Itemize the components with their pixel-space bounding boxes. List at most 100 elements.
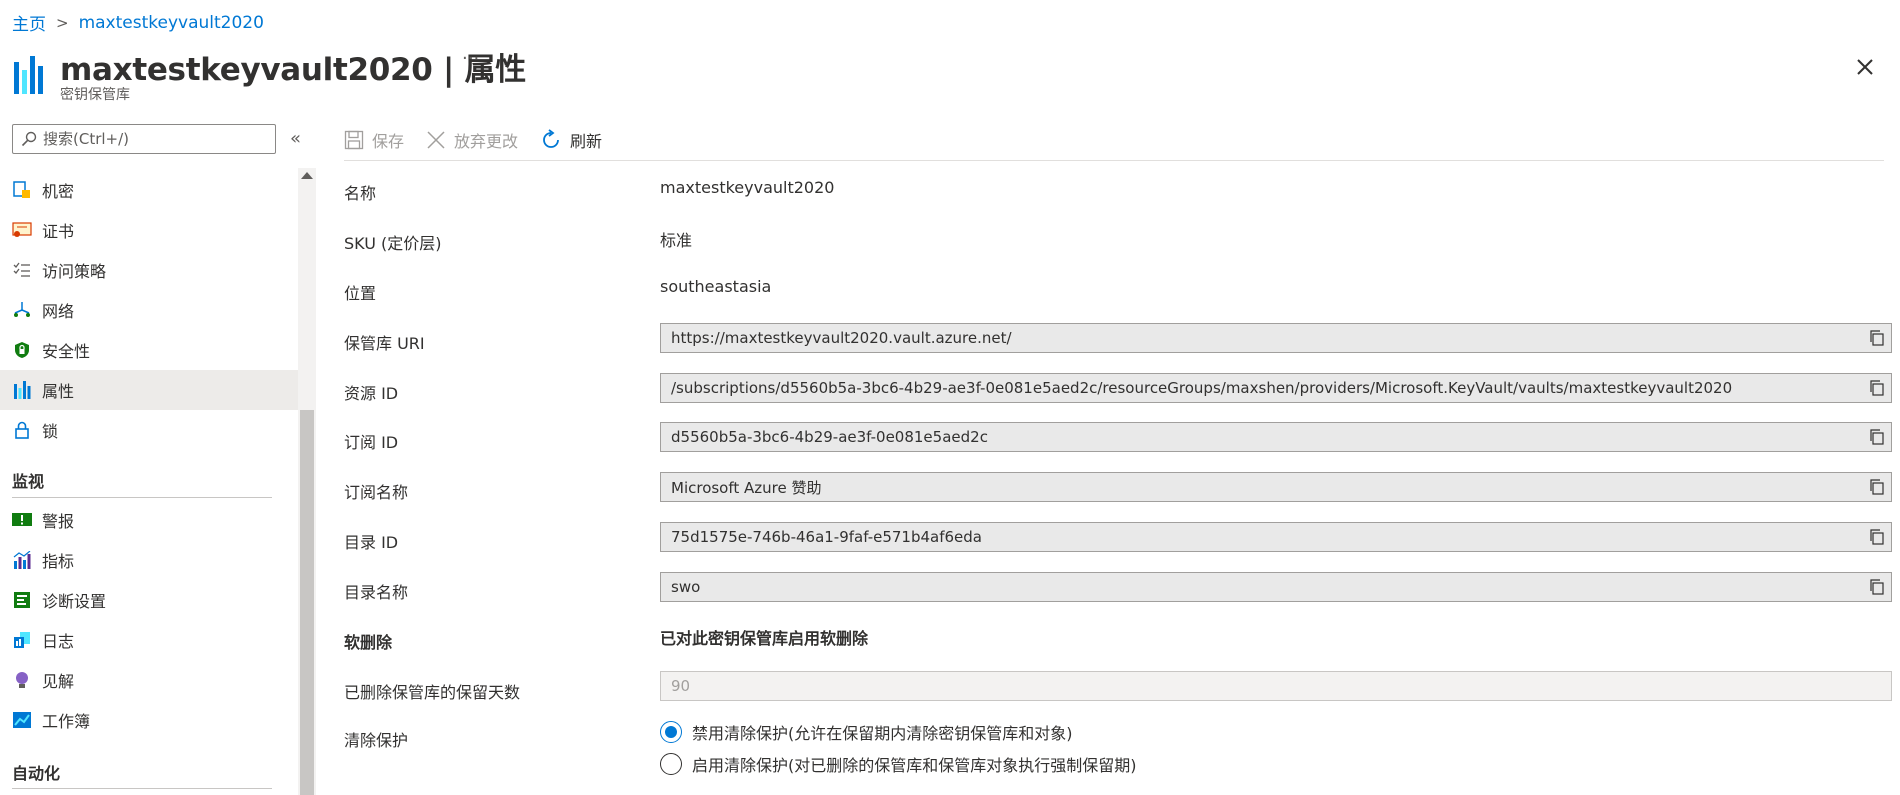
retention-days-input: 90 bbox=[660, 671, 1892, 701]
directory-id-field[interactable]: 75d1575e-746b-46a1-9faf-e571b4af6eda bbox=[660, 522, 1892, 552]
discard-changes-button[interactable]: 放弃更改 bbox=[426, 128, 518, 152]
sidebar-item-secrets[interactable]: 机密 bbox=[0, 170, 298, 210]
refresh-button-label: 刷新 bbox=[570, 132, 603, 151]
diagnostics-icon bbox=[12, 590, 32, 610]
copy-icon[interactable] bbox=[1869, 429, 1885, 445]
resource-id-value: /subscriptions/d5560b5a-3bc6-4b29-ae3f-0… bbox=[671, 379, 1733, 397]
save-button[interactable]: 保存 bbox=[344, 128, 404, 152]
collapse-sidebar-icon[interactable]: « bbox=[290, 128, 301, 149]
sidebar-item-label: 日志 bbox=[42, 632, 75, 651]
directory-name-label: 目录名称 bbox=[344, 583, 409, 602]
copy-icon[interactable] bbox=[1869, 529, 1885, 545]
workbook-icon bbox=[12, 710, 32, 730]
command-bar: 保存 放弃更改 刷新 bbox=[344, 122, 602, 158]
save-icon bbox=[344, 130, 364, 150]
subscription-name-value: Microsoft Azure 赞助 bbox=[671, 478, 822, 497]
sidebar-item-diagnostic-settings[interactable]: 诊断设置 bbox=[0, 580, 298, 620]
subscription-id-value: d5560b5a-3bc6-4b29-ae3f-0e081e5aed2c bbox=[671, 428, 988, 446]
security-shield-icon bbox=[12, 340, 32, 360]
copy-icon[interactable] bbox=[1869, 380, 1885, 396]
sidebar-item-label: 锁 bbox=[42, 422, 59, 441]
discard-button-label: 放弃更改 bbox=[454, 132, 519, 151]
search-box[interactable] bbox=[12, 124, 276, 154]
subscription-id-label: 订阅 ID bbox=[344, 433, 399, 452]
sidebar-item-label: 诊断设置 bbox=[42, 592, 107, 611]
location-value: southeastasia bbox=[660, 277, 772, 296]
sidebar-item-properties[interactable]: 属性 bbox=[0, 370, 298, 410]
soft-delete-label: 软删除 bbox=[344, 633, 393, 652]
directory-name-value: swo bbox=[671, 578, 701, 596]
sidebar-item-workbooks[interactable]: 工作簿 bbox=[0, 700, 298, 740]
vault-uri-field[interactable]: https://maxtestkeyvault2020.vault.azure.… bbox=[660, 323, 1892, 353]
sidebar-item-access-policies[interactable]: 访问策略 bbox=[0, 250, 298, 290]
radio-checked-icon[interactable] bbox=[660, 721, 682, 743]
purge-protection-label: 清除保护 bbox=[344, 731, 409, 750]
scroll-up-arrow-icon[interactable] bbox=[301, 172, 313, 179]
directory-name-field[interactable]: swo bbox=[660, 572, 1892, 602]
directory-id-value: 75d1575e-746b-46a1-9faf-e571b4af6eda bbox=[671, 528, 982, 546]
save-button-label: 保存 bbox=[372, 132, 405, 151]
subscription-id-field[interactable]: d5560b5a-3bc6-4b29-ae3f-0e081e5aed2c bbox=[660, 422, 1892, 452]
radio-label: 禁用清除保护(允许在保留期内清除密钥保管库和对象) bbox=[692, 724, 1073, 743]
subscription-name-label: 订阅名称 bbox=[344, 483, 409, 502]
sidebar-item-metrics[interactable]: 指标 bbox=[0, 540, 298, 580]
section-divider bbox=[12, 497, 272, 498]
sidebar-item-alerts[interactable]: 警报 bbox=[0, 500, 298, 540]
purge-protection-enable-radio[interactable]: 启用清除保护(对已删除的保管库和保管库对象执行强制保留期) bbox=[660, 752, 1137, 776]
sidebar-scrollbar[interactable] bbox=[298, 168, 316, 795]
sidebar-item-locks[interactable]: 锁 bbox=[0, 410, 298, 450]
sidebar-item-label: 网络 bbox=[42, 302, 75, 321]
sidebar-item-label: 见解 bbox=[42, 672, 75, 691]
sidebar-section-monitoring: 监视 bbox=[12, 472, 45, 491]
lock-icon bbox=[12, 420, 32, 440]
scrollbar-thumb[interactable] bbox=[300, 410, 314, 795]
resource-id-label: 资源 ID bbox=[344, 384, 399, 403]
copy-icon[interactable] bbox=[1869, 579, 1885, 595]
close-icon[interactable] bbox=[1850, 52, 1880, 82]
purge-protection-disable-radio[interactable]: 禁用清除保护(允许在保留期内清除密钥保管库和对象) bbox=[660, 720, 1073, 744]
vault-uri-value: https://maxtestkeyvault2020.vault.azure.… bbox=[671, 329, 1012, 347]
properties-bars-icon bbox=[14, 56, 43, 94]
location-label: 位置 bbox=[344, 284, 377, 303]
resource-id-field[interactable]: /subscriptions/d5560b5a-3bc6-4b29-ae3f-0… bbox=[660, 373, 1892, 403]
sidebar-item-logs[interactable]: 日志 bbox=[0, 620, 298, 660]
retention-days-value: 90 bbox=[671, 677, 691, 695]
sku-label: SKU (定价层) bbox=[344, 234, 442, 253]
refresh-icon bbox=[543, 129, 559, 148]
alert-icon bbox=[12, 510, 32, 530]
name-label: 名称 bbox=[344, 184, 377, 203]
sidebar-section-automation: 自动化 bbox=[12, 764, 61, 783]
sidebar-item-label: 指标 bbox=[42, 552, 75, 571]
sidebar-item-insights[interactable]: 见解 bbox=[0, 660, 298, 700]
name-value: maxtestkeyvault2020 bbox=[660, 178, 835, 197]
metrics-icon bbox=[12, 550, 32, 570]
radio-unchecked-icon[interactable] bbox=[660, 753, 682, 775]
search-icon bbox=[21, 131, 37, 147]
toolbar-divider bbox=[344, 160, 1884, 161]
section-divider bbox=[12, 788, 272, 789]
insights-icon bbox=[12, 670, 32, 690]
certificate-icon bbox=[12, 220, 32, 240]
search-input[interactable] bbox=[43, 130, 263, 148]
sidebar-item-certificates[interactable]: 证书 bbox=[0, 210, 298, 250]
sidebar-item-label: 属性 bbox=[42, 382, 75, 401]
key-secret-icon bbox=[12, 180, 32, 200]
more-options-icon[interactable]: ··· bbox=[462, 48, 479, 69]
copy-icon[interactable] bbox=[1869, 330, 1885, 346]
sidebar-item-label: 安全性 bbox=[42, 342, 91, 361]
refresh-button[interactable]: 刷新 bbox=[540, 128, 602, 152]
subscription-name-field[interactable]: Microsoft Azure 赞助 bbox=[660, 472, 1892, 502]
access-policy-icon bbox=[12, 260, 32, 280]
breadcrumb-home-link[interactable]: 主页 bbox=[12, 10, 46, 35]
radio-label: 启用清除保护(对已删除的保管库和保管库对象执行强制保留期) bbox=[692, 756, 1137, 775]
sku-value: 标准 bbox=[660, 231, 693, 250]
breadcrumb: 主页 > maxtestkeyvault2020 bbox=[12, 10, 264, 36]
copy-icon[interactable] bbox=[1869, 479, 1885, 495]
sidebar-item-networking[interactable]: 网络 bbox=[0, 290, 298, 330]
network-icon bbox=[12, 300, 32, 320]
breadcrumb-current-link[interactable]: maxtestkeyvault2020 bbox=[79, 13, 264, 33]
sidebar-item-security[interactable]: 安全性 bbox=[0, 330, 298, 370]
directory-id-label: 目录 ID bbox=[344, 533, 399, 552]
sidebar-item-label: 警报 bbox=[42, 512, 75, 531]
sidebar-item-label: 机密 bbox=[42, 182, 75, 201]
